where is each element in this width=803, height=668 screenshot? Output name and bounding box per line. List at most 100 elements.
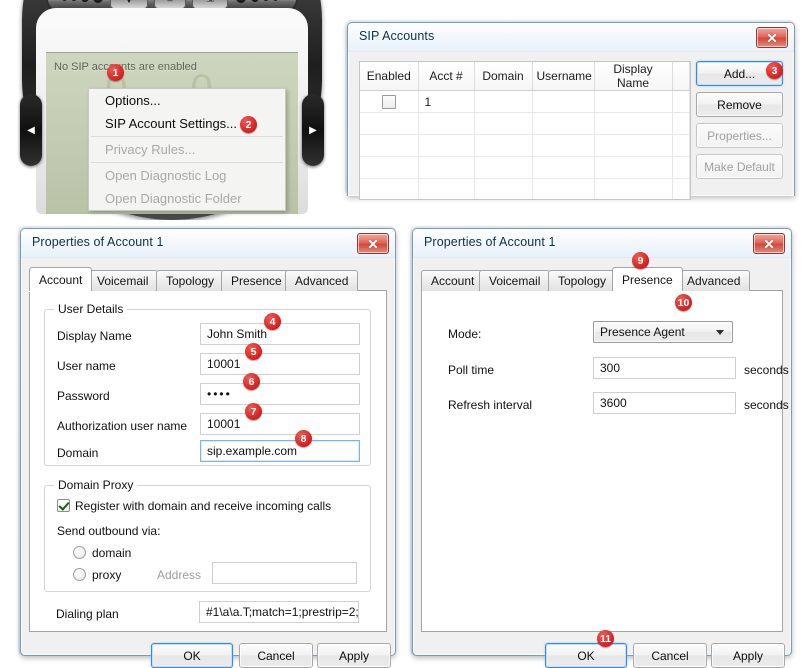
cell-enabled[interactable] [360, 90, 419, 113]
tab-topology[interactable]: Topology [156, 270, 225, 291]
tab-voicemail[interactable]: Voicemail [87, 270, 159, 291]
authorization-user-name-value: 10001 [207, 417, 241, 431]
domain-proxy-title: Domain Proxy [54, 478, 138, 492]
user-details-title: User Details [54, 302, 128, 316]
password-field[interactable]: •••• [200, 383, 360, 405]
proxy-address-field[interactable] [212, 562, 357, 584]
password-label: Password [57, 389, 110, 403]
row-enabled-checkbox[interactable] [381, 94, 396, 109]
account-apply-button[interactable]: Apply [317, 643, 391, 668]
close-icon[interactable] [357, 233, 389, 254]
radio-domain[interactable] [73, 546, 86, 559]
refresh-interval-label: Refresh interval [448, 398, 533, 412]
softphone-illustration: ▼ – ⇲ ↑↓ 0 0 No SIP accounts are enabled… [0, 0, 348, 220]
tab-presence[interactable]: Presence [612, 267, 683, 291]
callout-3: 3 [766, 62, 783, 79]
sip-accounts-titlebar: SIP Accounts [348, 23, 794, 52]
minus-icon: – [167, 0, 172, 5]
address-label: Address [157, 568, 202, 582]
display-name-value: John Smith [207, 327, 268, 341]
make-default-button[interactable]: Make Default [696, 154, 783, 179]
domain-label: Domain [57, 446, 99, 460]
cell-empty [474, 178, 533, 199]
callout-9: 9 [632, 252, 649, 269]
presence-apply-button[interactable]: Apply [711, 643, 785, 668]
cell-empty [360, 156, 419, 179]
presence-ok-button[interactable]: OK [545, 643, 627, 668]
tab-label: Voicemail [489, 274, 541, 288]
display-name-field[interactable]: John Smith [200, 323, 360, 345]
cell-empty [418, 112, 475, 135]
tab-presence[interactable]: Presence [221, 270, 292, 291]
account-dialog-titlebar: Properties of Account 1 [21, 229, 395, 258]
menu-options[interactable]: Options... [89, 89, 285, 112]
table-row[interactable] [360, 156, 690, 179]
cell-display-name [594, 90, 673, 113]
properties-button-label: Properties... [707, 128, 772, 143]
accounts-table[interactable]: Enabled Acct # Domain Username Display N… [359, 61, 691, 200]
close-icon[interactable] [756, 27, 788, 48]
user-name-field[interactable]: 10001 [200, 353, 360, 375]
remove-button[interactable]: Remove [696, 92, 783, 117]
account-tab-panel: User Details Display Name John Smith Use… [29, 291, 387, 632]
authorization-user-name-field[interactable]: 10001 [200, 413, 360, 435]
table-header-row: Enabled Acct # Domain Username Display N… [360, 62, 690, 91]
poll-time-value: 300 [600, 361, 621, 375]
table-row[interactable] [360, 134, 690, 157]
mode-combo[interactable]: Presence Agent [593, 321, 733, 343]
menu-privacy-rules[interactable]: Privacy Rules... [89, 138, 285, 161]
callout-11: 11 [597, 630, 614, 647]
account-dialog-body: Account Voicemail Topology Presence Adva… [21, 257, 395, 668]
domain-field[interactable]: sip.example.com [200, 440, 360, 462]
tab-voicemail[interactable]: Voicemail [479, 270, 551, 291]
register-with-domain-checkbox[interactable] [57, 499, 70, 512]
dialing-plan-field[interactable]: #1\a\a.T;match=1;prestrip=2; [199, 601, 359, 623]
account-cancel-button[interactable]: Cancel [239, 643, 313, 668]
make-default-button-label: Make Default [704, 159, 775, 174]
caret-left-icon: ◀ [27, 124, 35, 136]
phone-right-softkey[interactable]: ▶ [302, 94, 324, 166]
phone-left-softkey[interactable]: ◀ [20, 94, 42, 166]
cell-empty [594, 178, 673, 199]
radio-proxy[interactable] [73, 568, 86, 581]
table-row[interactable]: 1 [360, 90, 690, 113]
close-icon[interactable] [753, 233, 785, 254]
col-enabled[interactable]: Enabled [360, 62, 419, 91]
speaker-dot [236, 0, 246, 3]
tab-advanced[interactable]: Advanced [285, 270, 359, 291]
apply-button-label: Apply [338, 648, 370, 663]
register-with-domain-label: Register with domain and receive incomin… [75, 499, 332, 513]
menu-open-diagnostic-folder[interactable]: Open Diagnostic Folder [89, 187, 285, 210]
col-domain[interactable]: Domain [474, 62, 533, 91]
tab-account[interactable]: Account [421, 270, 485, 291]
tab-label: Account [431, 274, 475, 288]
tab-topology[interactable]: Topology [548, 270, 617, 291]
poll-time-field[interactable]: 300 [593, 357, 736, 379]
presence-cancel-button[interactable]: Cancel [633, 643, 707, 668]
col-extra[interactable] [672, 62, 690, 91]
menu-separator [91, 162, 283, 163]
callout-6: 6 [243, 373, 260, 390]
tab-account[interactable]: Account [29, 267, 93, 291]
authorization-user-name-label: Authorization user name [57, 419, 188, 433]
cell-empty [474, 134, 533, 157]
menu-open-diagnostic-log[interactable]: Open Diagnostic Log [89, 164, 285, 187]
col-display-name[interactable]: Display Name [594, 62, 673, 91]
account-ok-button[interactable]: OK [151, 643, 233, 668]
refresh-interval-field[interactable]: 3600 [593, 392, 736, 414]
user-name-value: 10001 [207, 357, 241, 371]
phone-context-menu[interactable]: Options... SIP Account Settings... Priva… [88, 88, 286, 211]
table-row[interactable] [360, 112, 690, 135]
col-acct[interactable]: Acct # [418, 62, 475, 91]
menu-item-label: Open Diagnostic Folder [105, 191, 242, 206]
callout-8: 8 [295, 430, 312, 447]
table-row[interactable] [360, 178, 690, 199]
properties-button[interactable]: Properties... [696, 123, 783, 148]
col-username[interactable]: Username [532, 62, 595, 91]
cell-acct: 1 [418, 90, 475, 113]
user-details-group: User Details Display Name John Smith Use… [44, 302, 371, 466]
tab-advanced[interactable]: Advanced [677, 270, 751, 291]
transfer-icon: ⇲ [206, 0, 214, 5]
cell-empty [672, 112, 690, 135]
cell-empty [360, 112, 419, 135]
